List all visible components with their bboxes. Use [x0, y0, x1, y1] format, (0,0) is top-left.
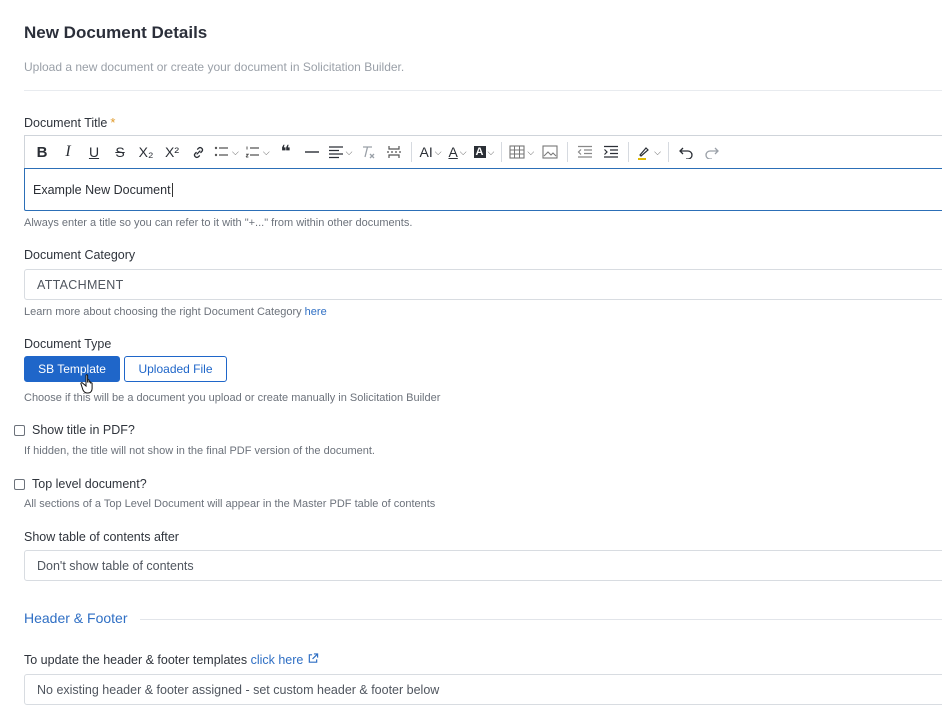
numbered-list-icon[interactable]: ⌵	[242, 140, 273, 164]
header-footer-divider	[140, 619, 942, 620]
indent-icon[interactable]	[598, 140, 624, 164]
blockquote-button[interactable]: ❝	[273, 140, 299, 164]
document-type-label: Document Type	[24, 337, 112, 351]
toolbar-separator	[501, 142, 503, 162]
chevron-down-icon: ⌵	[232, 146, 239, 157]
header-footer-update-text: To update the header & footer templates …	[24, 653, 319, 667]
top-level-checkbox[interactable]	[14, 478, 25, 490]
document-title-value: Example New Document	[33, 182, 171, 197]
table-icon[interactable]: ⌵	[506, 140, 537, 164]
click-here-link[interactable]: click here	[251, 653, 319, 667]
chevron-down-icon: ⌵	[654, 146, 661, 157]
chevron-down-icon: ⌵	[459, 146, 467, 157]
chevron-down-icon: ⌵	[262, 146, 270, 157]
document-title-label: Document Title *	[24, 115, 115, 130]
strikethrough-button[interactable]: S	[107, 140, 133, 164]
align-icon[interactable]: ⌵	[325, 140, 356, 164]
toc-select[interactable]: Don't show table of contents	[24, 550, 942, 581]
undo-icon[interactable]	[673, 140, 699, 164]
italic-button[interactable]: I	[55, 140, 81, 164]
bold-button[interactable]: B	[29, 140, 55, 164]
hand-pointer-icon	[80, 374, 93, 394]
document-title-label-text: Document Title	[24, 116, 108, 130]
page-break-icon[interactable]	[381, 140, 407, 164]
text-size-button[interactable]: AI ⌵	[416, 140, 444, 164]
show-title-label: Show title in PDF?	[32, 423, 135, 437]
show-title-row: Show title in PDF?	[14, 423, 135, 437]
document-category-help-text: Learn more about choosing the right Docu…	[24, 306, 302, 318]
redo-icon[interactable]	[699, 140, 725, 164]
required-mark: *	[110, 115, 116, 130]
header-footer-select[interactable]: No existing header & footer assigned - s…	[24, 674, 942, 705]
toolbar-separator	[628, 142, 630, 162]
rich-text-toolbar: B I U S X₂ X² ⌵ ⌵ ❝ ⌵ AI ⌵ A ⌵ A ⌵ ⌵ ⌵	[24, 135, 942, 168]
font-color-button[interactable]: A ⌵	[445, 140, 471, 164]
toolbar-separator	[667, 142, 669, 162]
document-category-label: Document Category	[24, 248, 136, 262]
subscript-button[interactable]: X₂	[133, 140, 159, 164]
underline-button[interactable]: U	[81, 140, 107, 164]
page-subtitle: Upload a new document or create your doc…	[24, 60, 405, 74]
toolbar-separator	[567, 142, 569, 162]
background-color-label: A	[473, 146, 486, 158]
top-level-help: All sections of a Top Level Document wil…	[24, 498, 436, 510]
click-here-link-text: click here	[250, 653, 304, 667]
font-color-label: A	[448, 144, 458, 160]
image-icon[interactable]	[537, 140, 563, 164]
external-link-icon	[308, 653, 319, 663]
page-title: New Document Details	[24, 23, 208, 42]
text-size-label: AI	[419, 144, 433, 160]
horizontal-line-icon[interactable]	[299, 140, 325, 164]
top-level-label: Top level document?	[32, 477, 147, 491]
text-cursor	[171, 182, 173, 197]
category-help-link[interactable]: here	[305, 306, 327, 318]
chevron-down-icon: ⌵	[487, 146, 495, 157]
link-icon[interactable]	[185, 140, 211, 164]
highlight-icon[interactable]: ⌵	[633, 140, 664, 164]
superscript-button[interactable]: X²	[159, 140, 185, 164]
toc-label: Show table of contents after	[24, 530, 179, 544]
chevron-down-icon: ⌵	[527, 146, 535, 157]
header-footer-update-prefix: To update the header & footer templates	[24, 653, 248, 667]
header-divider	[24, 90, 942, 91]
sb-template-button[interactable]: SB Template	[24, 356, 120, 382]
document-title-input[interactable]: Example New Document	[24, 168, 942, 211]
clear-format-icon[interactable]	[355, 140, 381, 164]
show-title-checkbox[interactable]	[14, 424, 25, 436]
show-title-help: If hidden, the title will not show in th…	[24, 445, 375, 457]
outdent-icon[interactable]	[572, 140, 598, 164]
top-level-row: Top level document?	[14, 477, 147, 491]
document-title-help: Always enter a title so you can refer to…	[24, 217, 413, 229]
document-category-help: Learn more about choosing the right Docu…	[24, 306, 327, 318]
document-category-select[interactable]: ATTACHMENT	[24, 269, 942, 300]
toolbar-separator	[411, 142, 413, 162]
header-footer-heading: Header & Footer	[24, 610, 128, 626]
background-color-button[interactable]: A ⌵	[471, 140, 498, 164]
uploaded-file-button[interactable]: Uploaded File	[124, 356, 227, 382]
bulleted-list-icon[interactable]: ⌵	[211, 140, 242, 164]
chevron-down-icon: ⌵	[345, 146, 353, 157]
chevron-down-icon: ⌵	[434, 146, 442, 157]
